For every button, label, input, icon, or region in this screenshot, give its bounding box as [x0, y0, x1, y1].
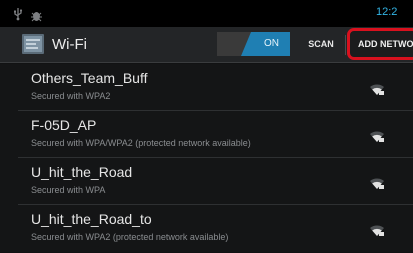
debug-icon [31, 7, 42, 26]
add-network-button[interactable]: ADD NETWORK [347, 28, 413, 60]
network-row[interactable]: U_hit_the_Road Secured with WPA [0, 158, 413, 205]
network-list: Others_Team_Buff Secured with WPA2 F-05D… [0, 64, 413, 252]
wifi-signal-lock-icon [369, 81, 385, 100]
wifi-signal-lock-icon [369, 128, 385, 147]
wifi-signal-lock-icon [369, 222, 385, 241]
network-ssid: F-05D_AP [31, 117, 97, 133]
page-title: Wi-Fi [52, 36, 87, 53]
toggle-label: ON [264, 38, 279, 49]
network-ssid: Others_Team_Buff [31, 70, 148, 86]
network-ssid: U_hit_the_Road_to [31, 211, 152, 227]
scan-button[interactable]: SCAN [300, 32, 342, 56]
usb-icon [12, 6, 24, 25]
status-clock: 12:2 [376, 6, 398, 18]
status-bar: 12:2 [0, 0, 413, 27]
android-screen: 12:2 Wi-Fi ON SCAN ADD NETWORK Others_Te… [0, 0, 413, 253]
network-row[interactable]: Others_Team_Buff Secured with WPA2 [0, 64, 413, 111]
network-row[interactable]: U_hit_the_Road_to Secured with WPA2 (pro… [0, 205, 413, 252]
network-security: Secured with WPA [31, 185, 106, 195]
network-security: Secured with WPA2 (protected network ava… [31, 232, 229, 242]
network-ssid: U_hit_the_Road [31, 164, 133, 180]
network-security: Secured with WPA2 [31, 91, 111, 101]
wifi-signal-lock-icon [369, 175, 385, 194]
network-row[interactable]: F-05D_AP Secured with WPA/WPA2 (protecte… [0, 111, 413, 158]
network-security: Secured with WPA/WPA2 (protected network… [31, 138, 251, 148]
wifi-settings-icon[interactable] [21, 32, 45, 60]
add-network-label: ADD NETWORK [358, 39, 413, 49]
action-bar: Wi-Fi ON SCAN ADD NETWORK [0, 27, 413, 63]
wifi-toggle[interactable]: ON [217, 32, 290, 56]
action-divider [345, 35, 346, 55]
